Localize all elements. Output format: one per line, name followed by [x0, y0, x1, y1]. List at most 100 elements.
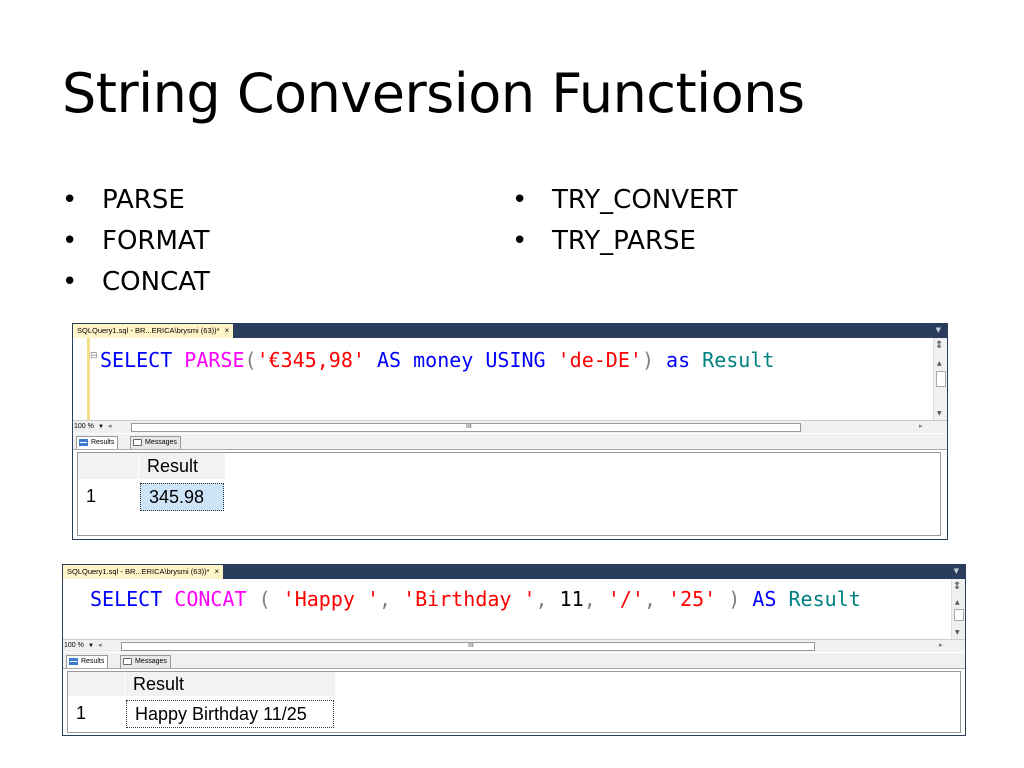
scroll-left-icon[interactable]: ◂ — [108, 421, 112, 433]
bullet-item: • PARSE — [62, 180, 210, 221]
sql-token: Result — [702, 348, 775, 372]
scroll-thumb[interactable] — [936, 371, 946, 387]
sql-token: ( — [244, 348, 257, 372]
result-cell[interactable]: 345.98 — [140, 483, 224, 511]
sql-token: as — [666, 348, 691, 372]
editor-horizontal-bar: 100 % ▼ ◂ ııı ▸ — [73, 420, 947, 433]
sql-code-line[interactable]: SELECT CONCAT ( 'Happy ', 'Birthday ', 1… — [90, 587, 861, 611]
close-icon[interactable]: × — [215, 567, 220, 576]
bullet-dot: • — [62, 185, 78, 215]
splitter-icon[interactable]: ⇕ — [953, 581, 961, 592]
ssms-window-parse: SQLQuery1.sql - BR...ERICA\brysmi (63))*… — [72, 323, 948, 540]
row-number[interactable]: 1 — [86, 483, 96, 509]
bullet-item: • FORMAT — [62, 221, 210, 262]
query-editor[interactable]: SELECT CONCAT ( 'Happy ', 'Birthday ', 1… — [63, 579, 965, 639]
sql-token: SELECT — [100, 348, 173, 372]
query-editor[interactable]: ⊟ SELECT PARSE('€345,98' AS money USING … — [73, 338, 947, 422]
query-tab-title: SQLQuery1.sql - BR...ERICA\brysmi (63))* — [77, 326, 220, 335]
chevron-down-icon[interactable]: ▼ — [88, 640, 94, 652]
results-tab-strip: Results Messages — [63, 653, 965, 669]
bullet-list-right: • TRY_CONVERT • TRY_PARSE — [512, 180, 738, 262]
scroll-up-icon[interactable]: ▲ — [937, 360, 942, 367]
sql-code-line[interactable]: SELECT PARSE('€345,98' AS money USING 'd… — [100, 348, 774, 372]
scroll-left-icon[interactable]: ◂ — [98, 640, 102, 652]
sql-token: Result — [788, 587, 861, 611]
scroll-right-icon[interactable]: ▸ — [939, 640, 943, 652]
editor-vertical-scrollbar[interactable]: ⇕ ▲ ▼ — [933, 338, 947, 422]
scroll-grip-icon[interactable]: ııı — [468, 640, 474, 652]
bullet-item: • TRY_CONVERT — [512, 180, 738, 221]
sql-token: ( — [246, 587, 283, 611]
sql-token: 'Happy ' — [282, 587, 379, 611]
zoom-level[interactable]: 100 % — [64, 640, 84, 652]
bullet-text: TRY_CONVERT — [552, 185, 738, 215]
bullet-item: • CONCAT — [62, 262, 210, 303]
bullet-dot: • — [62, 226, 78, 256]
tab-results-label: Results — [91, 439, 115, 446]
tab-results[interactable]: Results — [76, 436, 119, 449]
tab-dropdown-icon[interactable]: ▼ — [954, 567, 959, 575]
document-tab-bar: SQLQuery1.sql - BR...ERICA\brysmi (63))*… — [73, 324, 947, 338]
grid-icon — [79, 438, 88, 446]
sql-token: USING — [485, 348, 546, 372]
bullet-text: PARSE — [102, 185, 185, 215]
sql-token: '€345,98' — [256, 348, 365, 372]
row-number[interactable]: 1 — [76, 700, 86, 726]
collapse-icon[interactable]: ⊟ — [90, 351, 98, 361]
bullet-item: • TRY_PARSE — [512, 221, 738, 262]
slide-title: String Conversion Functions — [62, 62, 805, 125]
horizontal-scroll-track[interactable]: ııı — [121, 642, 815, 651]
scroll-right-icon[interactable]: ▸ — [919, 421, 923, 433]
horizontal-scroll-track[interactable]: ııı — [131, 423, 801, 432]
scroll-grip-icon[interactable]: ııı — [466, 421, 472, 433]
tab-messages[interactable]: Messages — [130, 436, 181, 449]
bullet-dot: • — [512, 226, 528, 256]
splitter-icon[interactable]: ⇕ — [935, 340, 943, 351]
tab-messages-label: Messages — [135, 658, 167, 665]
result-cell[interactable]: Happy Birthday 11/25 — [126, 700, 334, 728]
results-tab-strip: Results Messages — [73, 434, 947, 450]
scroll-up-icon[interactable]: ▲ — [955, 599, 960, 606]
results-grid: Result 1 345.98 — [77, 452, 941, 536]
grid-corner — [68, 672, 124, 696]
tab-results[interactable]: Results — [66, 655, 109, 668]
sql-token: '/' — [607, 587, 644, 611]
bullet-text: CONCAT — [102, 267, 210, 297]
sql-token: , — [583, 587, 608, 611]
query-tab[interactable]: SQLQuery1.sql - BR...ERICA\brysmi (63))*… — [73, 324, 234, 338]
grid-icon — [69, 657, 78, 665]
query-tab[interactable]: SQLQuery1.sql - BR...ERICA\brysmi (63))*… — [63, 565, 224, 579]
sql-token: ) — [641, 348, 654, 372]
sql-token: AS — [752, 587, 777, 611]
bullet-dot: • — [62, 267, 78, 297]
sql-token: AS — [376, 348, 402, 372]
tab-dropdown-icon[interactable]: ▼ — [936, 326, 941, 334]
message-icon — [133, 438, 142, 446]
bullet-list-left: • PARSE • FORMAT • CONCAT — [62, 180, 210, 303]
column-header[interactable]: Result — [139, 453, 225, 479]
close-icon[interactable]: × — [225, 326, 230, 335]
tab-messages-label: Messages — [145, 439, 177, 446]
editor-horizontal-bar: 100 % ▼ ◂ ııı ▸ — [63, 639, 965, 652]
scroll-down-icon[interactable]: ▼ — [937, 410, 942, 417]
chevron-down-icon[interactable]: ▼ — [98, 421, 104, 433]
sql-token: CONCAT — [174, 587, 247, 611]
sql-token: , — [535, 587, 560, 611]
tab-messages[interactable]: Messages — [120, 655, 171, 668]
sql-token: PARSE — [184, 348, 245, 372]
sql-token: 'de-DE' — [557, 348, 642, 372]
ssms-window-concat: SQLQuery1.sql - BR...ERICA\brysmi (63))*… — [62, 564, 966, 736]
message-icon — [123, 657, 132, 665]
zoom-level[interactable]: 100 % — [74, 421, 94, 433]
scroll-down-icon[interactable]: ▼ — [955, 629, 960, 636]
tab-results-label: Results — [81, 658, 105, 665]
editor-vertical-scrollbar[interactable]: ⇕ ▲ ▼ — [951, 579, 965, 639]
sql-token: ) — [716, 587, 753, 611]
column-header[interactable]: Result — [125, 672, 335, 696]
scroll-thumb[interactable] — [954, 609, 964, 621]
